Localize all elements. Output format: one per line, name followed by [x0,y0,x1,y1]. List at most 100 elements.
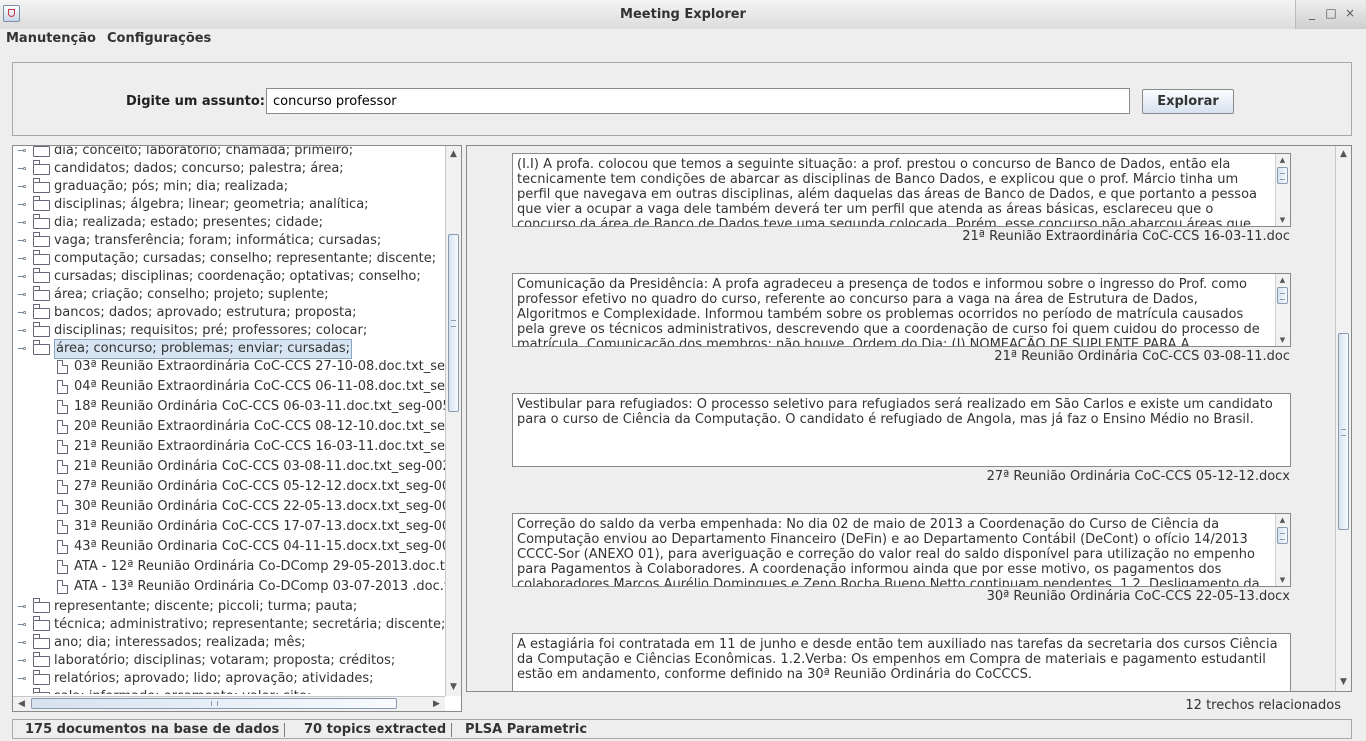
document-icon [57,560,68,574]
document-label: 04ª Reunião Extraordinária CoC-CCS 06-11… [74,379,445,394]
snippet-text-area[interactable]: Comunicação da Presidência: A profa agra… [512,273,1291,347]
scroll-up-icon[interactable]: ▲ [1276,274,1289,286]
topic-label: vaga; transferência; foram; informática;… [54,233,382,248]
expanded-icon[interactable]: ⊸ [17,340,27,358]
collapsed-icon[interactable]: ⊸ [17,250,27,268]
collapsed-icon[interactable]: ⊸ [17,196,27,214]
search-label: Digite um assunto: [126,94,265,109]
explore-button[interactable]: Explorar [1142,89,1234,114]
snippet-text-area[interactable]: Correção do saldo da verba empenhada: No… [512,513,1291,587]
scroll-right-icon[interactable]: ▶ [429,697,444,711]
close-icon[interactable]: × [1344,7,1356,19]
document-icon [57,460,68,474]
folder-icon [33,250,50,265]
snippet-text-area[interactable]: A estagiária foi contratada em 11 de jun… [512,633,1291,691]
snippet-text-area[interactable]: (I.I) A profa. colocou que temos a segui… [512,153,1291,227]
collapsed-icon[interactable]: ⊸ [17,634,27,652]
snippet-text-area[interactable]: Vestibular para refugiados: O processo s… [512,393,1291,467]
tree-horizontal-scroll-thumb[interactable] [31,698,397,709]
search-panel: Digite um assunto: Explorar [12,62,1352,136]
topic-label: disciplinas; requisitos; pré; professore… [54,323,368,338]
snippet-scrollbar[interactable]: ▲ ▼ [1275,274,1290,346]
document-label: 30ª Reunião Ordinária CoC-CCS 22-05-13.d… [74,499,445,514]
scroll-down-icon[interactable]: ▼ [1276,214,1289,226]
snippets-vertical-scroll-thumb[interactable] [1338,333,1349,530]
scroll-up-icon[interactable]: ▲ [1276,514,1289,526]
snippet-scrollbar[interactable]: ▲ ▼ [1275,154,1290,226]
topic-label: cursadas; disciplinas; coordenação; opta… [54,269,421,284]
scroll-left-icon[interactable]: ◀ [14,697,29,711]
snippet-text: (I.I) A profa. colocou que temos a segui… [517,157,1257,227]
topic-label: técnica; administrativo; representante; … [54,617,445,632]
collapsed-icon[interactable]: ⊸ [17,616,27,634]
folder-icon [33,652,50,667]
document-icon [57,580,68,594]
scroll-down-icon[interactable]: ▼ [446,680,461,695]
folder-icon [33,146,50,157]
document-label: 21ª Reunião Extraordinária CoC-CCS 16-03… [74,439,445,454]
folder-icon [33,688,50,694]
topic-label: sala; informado; orçamento; valor; site; [54,688,311,694]
title-bar: Meeting Explorer _ □ × [0,0,1366,30]
menu-manutencao[interactable]: Manutenção [6,31,96,46]
collapsed-icon[interactable]: ⊸ [17,652,27,670]
scroll-up-icon[interactable]: ▲ [1276,154,1289,166]
menu-configuracoes[interactable]: Configurações [107,31,211,46]
collapsed-icon[interactable]: ⊸ [17,178,27,196]
folder-icon [33,634,50,649]
tree-horizontal-scrollbar[interactable]: ◀ ▶ [13,696,445,711]
snippet-scroll-thumb[interactable] [1277,287,1288,304]
collapsed-icon[interactable]: ⊸ [17,268,27,286]
snippet-scroll-thumb[interactable] [1277,527,1288,544]
folder-icon [33,322,50,337]
document-label: 43ª Reunião Ordinaria CoC-CCS 04-11-15.d… [74,539,445,554]
scroll-up-icon[interactable]: ▲ [1336,147,1351,162]
maximize-icon[interactable]: □ [1325,7,1337,19]
collapsed-icon[interactable]: ⊸ [17,670,27,688]
document-icon [57,380,68,394]
scroll-down-icon[interactable]: ▼ [1276,334,1289,346]
snippet-document-name: 21ª Reunião Extraordinária CoC-CCS 16-03… [962,229,1290,244]
scroll-up-icon[interactable]: ▲ [446,147,461,162]
topic-label: área; criação; conselho; projeto; suplen… [54,287,329,302]
status-topics: 70 topics extracted [304,722,447,737]
snippet-scroll-thumb[interactable] [1277,167,1288,184]
snippet-text: Vestibular para refugiados: O processo s… [517,397,1273,427]
collapsed-icon[interactable]: ⊸ [17,160,27,178]
snippet-document-name: 30ª Reunião Ordinária CoC-CCS 22-05-13.d… [986,589,1290,604]
document-icon [57,420,68,434]
search-input[interactable] [266,88,1130,114]
snippet-scrollbar[interactable]: ▲ ▼ [1275,514,1290,586]
status-model: PLSA Parametric [465,722,588,737]
collapsed-icon[interactable]: ⊸ [17,304,27,322]
snippet-text: Correção do saldo da verba empenhada: No… [517,517,1260,587]
topic-label: computação; cursadas; conselho; represen… [54,251,437,266]
document-icon [57,540,68,554]
topic-tree-panel: ⊸ dia; conceito; laboratório; chamada; pr… [12,145,462,712]
topic-label: dia; realizada; estado; presentes; cidad… [54,215,323,230]
minimize-icon[interactable]: _ [1306,7,1318,19]
scroll-down-icon[interactable]: ▼ [1336,675,1351,690]
collapsed-icon[interactable]: ⊸ [17,214,27,232]
collapsed-icon[interactable]: ⊸ [17,286,27,304]
document-label: 20ª Reunião Extraordinária CoC-CCS 08-12… [74,419,445,434]
folder-icon [33,196,50,211]
topic-label: bancos; dados; aprovado; estrutura; prop… [54,305,357,320]
related-snippets-count: 12 trechos relacionados [1185,698,1341,713]
collapsed-icon[interactable]: ⊸ [17,598,27,616]
status-documents: 175 documentos na base de dados [25,722,280,737]
tree-vertical-scroll-thumb[interactable] [448,234,459,412]
tree-vertical-scrollbar[interactable]: ▲ ▼ [445,146,461,696]
collapsed-icon[interactable]: ⊸ [17,232,27,250]
collapsed-icon[interactable]: ⊸ [17,146,27,160]
window-controls: _ □ × [1295,0,1366,29]
document-label: 03ª Reunião Extraordinária CoC-CCS 27-10… [74,359,445,374]
collapsed-icon[interactable]: ⊸ [17,688,27,694]
topic-label: representante; discente; piccoli; turma;… [54,599,358,614]
document-label: ATA - 12ª Reunião Ordinária Co-DComp 29-… [74,559,445,574]
snippets-vertical-scrollbar[interactable]: ▲ ▼ [1335,146,1351,691]
folder-icon [33,340,50,355]
topic-label: área; concurso; problemas; enviar; cursa… [54,339,353,359]
scroll-down-icon[interactable]: ▼ [1276,574,1289,586]
collapsed-icon[interactable]: ⊸ [17,322,27,340]
